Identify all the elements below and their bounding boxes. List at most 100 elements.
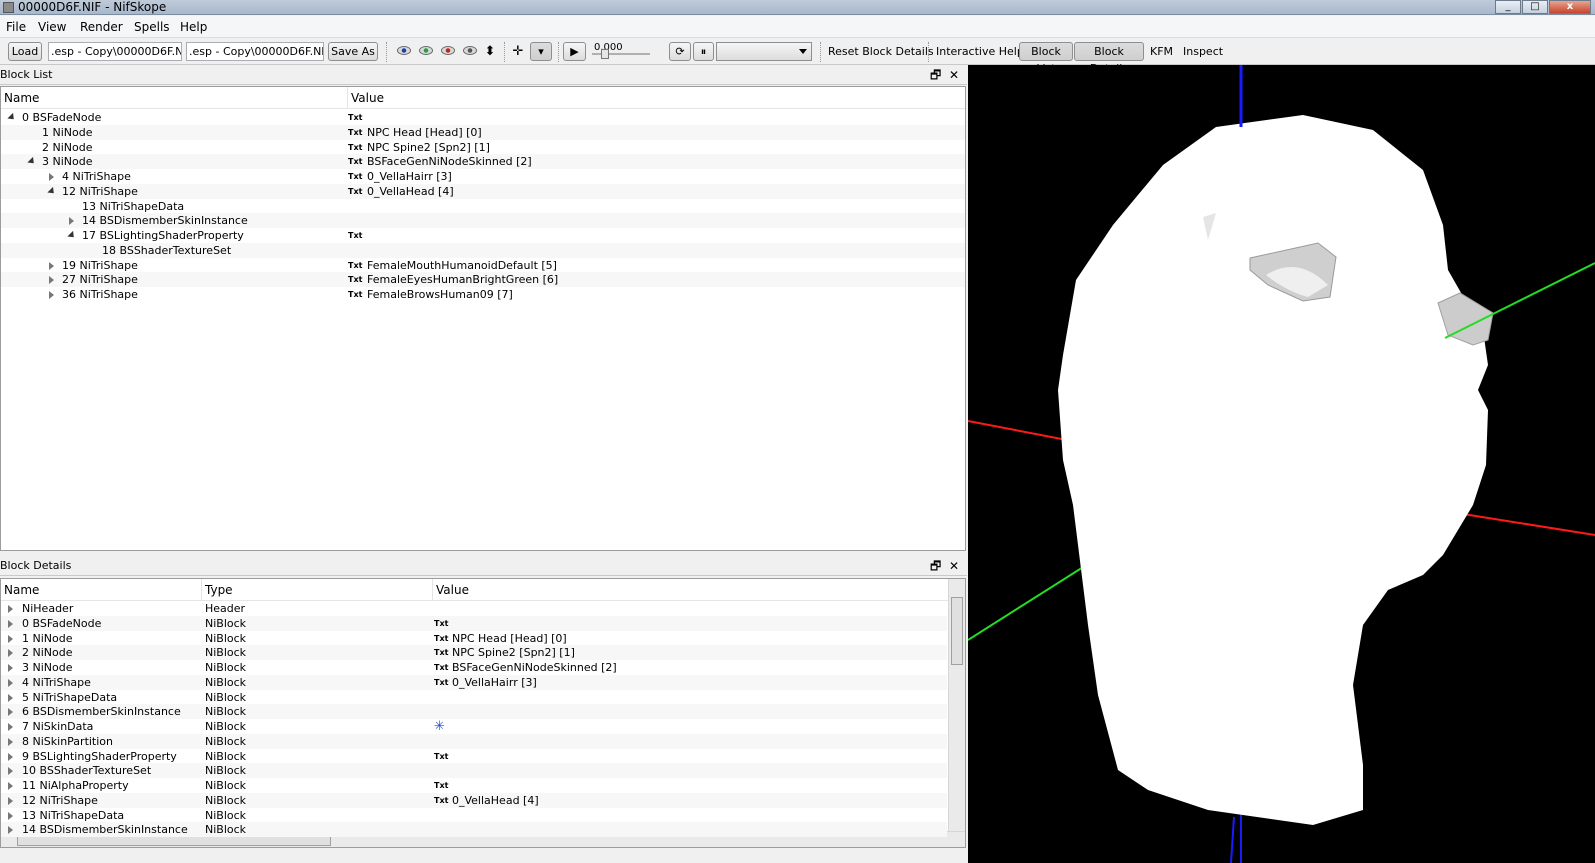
block-details-row[interactable]: 12 NiTriShape NiBlock Txt 0_VellaHead [4] [1, 792, 947, 808]
play-button[interactable]: ▶ [563, 42, 586, 61]
block-details-row[interactable]: 8 NiSkinPartition NiBlock [1, 733, 947, 749]
loop-icon[interactable]: ⟳ [669, 42, 691, 61]
animation-select[interactable] [716, 42, 812, 61]
kfm-button[interactable]: KFM [1150, 43, 1173, 60]
block-details-row[interactable]: 0 BSFadeNode NiBlock Txt [1, 615, 947, 631]
maximize-button[interactable]: □ [1522, 0, 1548, 14]
expand-open-icon[interactable] [27, 157, 37, 167]
block-details-row[interactable]: 1 NiNode NiBlock Txt NPC Head [Head] [0] [1, 631, 947, 646]
expand-closed-icon[interactable] [8, 796, 13, 805]
block-name: 12 NiTriShape [62, 184, 138, 198]
block-list-tree[interactable]: Name Value 0 BSFadeNode Txt 1 NiNode Txt NPC… [0, 86, 966, 551]
expand-closed-icon[interactable] [8, 826, 13, 835]
render-viewport[interactable] [968, 65, 1595, 863]
expand-closed-icon[interactable] [49, 291, 54, 299]
block-details-row[interactable]: 7 NiSkinData NiBlock ✳ [1, 719, 947, 734]
menu-view[interactable]: View [38, 16, 66, 38]
block-list-row[interactable]: 13 NiTriShapeData [1, 199, 965, 214]
menu-file[interactable]: File [6, 16, 26, 38]
view-dropdown-icon[interactable]: ▾ [530, 42, 552, 61]
expand-closed-icon[interactable] [8, 723, 13, 731]
close-panel-icon[interactable]: ✕ [949, 559, 959, 573]
expand-closed-icon[interactable] [49, 261, 54, 270]
reset-block-details-button[interactable]: Reset Block Details [828, 43, 934, 60]
expand-closed-icon[interactable] [8, 693, 13, 702]
block-details-row[interactable]: NiHeader Header [1, 601, 947, 616]
expand-closed-icon[interactable] [49, 173, 54, 181]
expand-closed-icon[interactable] [8, 678, 13, 687]
block-list-row[interactable]: 1 NiNode Txt NPC Head [Head] [0] [1, 124, 965, 140]
expand-closed-icon[interactable] [8, 708, 13, 717]
block-list-row[interactable]: 0 BSFadeNode Txt [1, 110, 965, 125]
block-list-row[interactable]: 4 NiTriShape Txt 0_VellaHairr [3] [1, 169, 965, 184]
expand-open-icon[interactable] [7, 112, 17, 123]
block-list-row[interactable]: 27 NiTriShape Txt FemaleEyesHumanBrightGre… [1, 272, 965, 288]
minimize-button[interactable]: _ [1495, 0, 1521, 14]
expand-closed-icon[interactable] [8, 737, 13, 746]
expand-open-icon[interactable] [67, 230, 77, 241]
expand-closed-icon[interactable] [8, 782, 13, 790]
load-path-field[interactable]: .esp - Copy\00000D6F.NIF [48, 42, 182, 61]
block-details-row[interactable]: 10 BSShaderTextureSet NiBlock [1, 763, 947, 779]
block-details-row[interactable]: 6 BSDismemberSkinInstance NiBlock [1, 704, 947, 720]
block-details-row[interactable]: 9 BSLightingShaderProperty NiBlock Txt [1, 749, 947, 764]
menu-help[interactable]: Help [180, 16, 207, 38]
menu-render[interactable]: Render [80, 16, 123, 38]
column-header-value[interactable]: Value [436, 579, 469, 601]
view-user-icon[interactable] [463, 46, 477, 55]
block-list-row[interactable]: 14 BSDismemberSkinInstance [1, 213, 965, 229]
view-side-icon[interactable] [441, 46, 455, 55]
save-as-button[interactable]: Save As [328, 42, 378, 61]
block-list-row[interactable]: 2 NiNode Txt NPC Spine2 [Spn2] [1] [1, 140, 965, 155]
close-panel-icon[interactable]: ✕ [949, 68, 959, 82]
block-details-row[interactable]: 2 NiNode NiBlock Txt NPC Spine2 [Spn2] [1] [1, 645, 947, 661]
float-icon[interactable]: 🗗 [930, 68, 941, 82]
block-value: FemaleBrowsHuman09 [7] [367, 288, 513, 301]
move-axis-icon[interactable]: ✛ [508, 42, 528, 61]
expand-closed-icon[interactable] [8, 619, 13, 628]
walk-icon[interactable]: ⬍ [480, 42, 500, 61]
block-details-toggle[interactable]: Block Details [1074, 42, 1144, 75]
scrollbar-thumb[interactable] [951, 597, 963, 665]
column-header-name[interactable]: Name [4, 87, 39, 109]
block-details-row[interactable]: 5 NiTriShapeData NiBlock [1, 690, 947, 705]
block-details-row[interactable]: 13 NiTriShapeData NiBlock [1, 808, 947, 823]
view-front-icon[interactable] [419, 46, 433, 55]
block-list-row[interactable]: 12 NiTriShape Txt 0_VellaHead [4] [1, 183, 965, 199]
block-list-row[interactable]: 19 NiTriShape Txt FemaleMouthHumanoidDefau… [1, 258, 965, 273]
expand-closed-icon[interactable] [8, 664, 13, 672]
time-slider-thumb[interactable] [601, 49, 609, 59]
menu-spells[interactable]: Spells [134, 16, 170, 38]
expand-closed-icon[interactable] [8, 752, 13, 761]
interactive-help-button[interactable]: Interactive Help [936, 43, 1024, 60]
expand-closed-icon[interactable] [8, 634, 13, 643]
block-details-row[interactable]: 3 NiNode NiBlock Txt BSFaceGenNiNodeSkinned… [1, 660, 947, 675]
block-list-row[interactable]: 3 NiNode Txt BSFaceGenNiNodeSkinned [2] [1, 154, 965, 170]
float-icon[interactable]: 🗗 [930, 559, 941, 573]
column-header-type[interactable]: Type [205, 579, 233, 601]
block-details-row[interactable]: 4 NiTriShape NiBlock Txt 0_VellaHairr [3] [1, 674, 947, 690]
expand-open-icon[interactable] [47, 186, 57, 196]
inspect-button[interactable]: Inspect [1183, 43, 1223, 60]
block-details-tree[interactable]: Name Type Value NiHeader Header 0 BSFadeNo… [0, 578, 966, 848]
save-path-field[interactable]: .esp - Copy\00000D6F.NIF [186, 42, 324, 61]
block-details-row[interactable]: 14 BSDismemberSkinInstance NiBlock [1, 822, 947, 838]
expand-closed-icon[interactable] [8, 767, 13, 776]
column-header-name[interactable]: Name [4, 579, 39, 601]
block-list-toggle[interactable]: Block List [1019, 42, 1073, 75]
expand-closed-icon[interactable] [8, 605, 13, 613]
view-top-icon[interactable] [397, 46, 411, 55]
load-button[interactable]: Load [8, 42, 42, 61]
vertical-scrollbar[interactable] [948, 579, 965, 831]
block-list-row[interactable]: 17 BSLightingShaderProperty Txt [1, 228, 965, 243]
expand-closed-icon[interactable] [69, 217, 74, 226]
expand-closed-icon[interactable] [49, 276, 54, 285]
block-list-row[interactable]: 18 BSShaderTextureSet [1, 242, 965, 258]
switch-anim-icon[interactable]: ⏸ [693, 42, 714, 61]
column-header-value[interactable]: Value [351, 87, 384, 109]
block-details-row[interactable]: 11 NiAlphaProperty NiBlock Txt [1, 778, 947, 793]
expand-closed-icon[interactable] [8, 649, 13, 658]
close-button[interactable]: x [1549, 0, 1591, 14]
block-list-row[interactable]: 36 NiTriShape Txt FemaleBrowsHuman09 [7] [1, 287, 965, 302]
expand-closed-icon[interactable] [8, 811, 13, 820]
